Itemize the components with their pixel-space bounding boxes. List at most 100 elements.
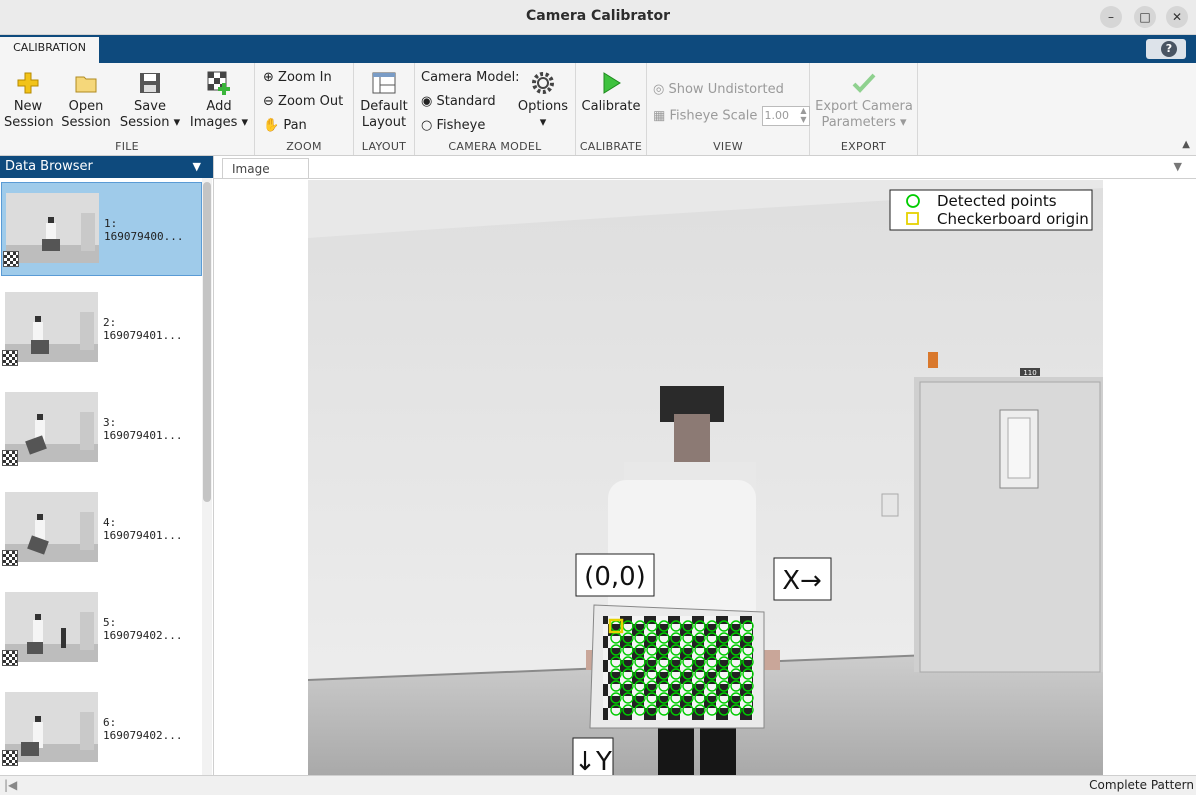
status-bar: |◀ Complete Pattern [0, 775, 1196, 795]
svg-text:X→: X→ [782, 566, 822, 596]
thumbnail-item[interactable]: 2: 169079401... [1, 282, 200, 374]
help-button[interactable]: ? [1146, 39, 1186, 59]
view-section: ◎ Show Undistorted ▦ Fisheye Scale 1.00 ▲… [647, 63, 810, 155]
thumbnail-image [5, 692, 98, 762]
thumbnail-item[interactable]: 5: 169079402... [1, 582, 200, 674]
export-camera-parameters-button[interactable]: Export Camera Parameters ▾ [814, 67, 914, 131]
close-icon[interactable]: ✕ [1166, 6, 1188, 28]
camera-model-section: Camera Model: ◉ Standard ○ Fisheye Optio… [415, 63, 576, 155]
svg-text:↓Y: ↓Y [574, 747, 612, 775]
alarm-box [928, 352, 938, 368]
x-axis-annotation: X→ [773, 557, 832, 601]
image-panel: Image ▼ 110 (0,0) X→ ↓Y Detected points … [214, 156, 1196, 775]
origin-annotation: (0,0) [575, 553, 655, 597]
thumbnail-item[interactable]: 3: 169079401... [1, 382, 200, 474]
camera-model-section-label: CAMERA MODEL [448, 140, 542, 153]
collapse-toolstrip-icon[interactable]: ▲ [1182, 139, 1190, 150]
zoom-out-button[interactable]: ⊖ Zoom Out [263, 94, 343, 109]
add-images-icon [207, 71, 230, 95]
camera-model-title: Camera Model: [421, 70, 520, 85]
zoom-out-icon: ⊖ [263, 94, 274, 109]
thumbnail-image [5, 292, 98, 362]
plus-icon [17, 72, 39, 94]
data-browser-title: Data Browser [5, 159, 93, 174]
new-session-button[interactable]: New Session [4, 67, 54, 131]
fisheye-scale-control[interactable]: ▦ Fisheye Scale 1.00 ▲ ▼ [653, 106, 810, 126]
data-browser: Data Browser ▼ 1: 169079400... 2: 16907940… [0, 156, 214, 775]
view-section-label: VIEW [713, 140, 743, 153]
thumbnail-image [6, 193, 99, 263]
thumbnail-image [5, 392, 98, 462]
radio-selected-icon: ◉ [421, 94, 433, 109]
toolstrip: New Session Open Session Save Session ▾ Add… [0, 63, 1196, 156]
radio-unselected-icon: ○ [421, 118, 433, 133]
data-browser-scrollbar[interactable] [202, 178, 212, 775]
thumbnail-item[interactable]: 4: 169079401... [1, 482, 200, 574]
export-section: Export Camera Parameters ▾ EXPORT [810, 63, 918, 155]
gear-icon [532, 72, 554, 94]
layout-section-label: LAYOUT [361, 140, 407, 153]
checkerboard-icon [3, 251, 19, 267]
minimize-icon[interactable]: – [1100, 6, 1122, 28]
zoom-section-label: ZOOM [286, 140, 322, 153]
tab-calibration[interactable]: CALIBRATION [0, 37, 99, 63]
zoom-in-icon: ⊕ [263, 70, 274, 85]
folder-icon [75, 76, 97, 93]
status-text: Complete Pattern [1089, 778, 1194, 792]
add-images-button[interactable]: Add Images ▾ [188, 67, 250, 131]
save-session-button[interactable]: Save Session ▾ [118, 67, 182, 131]
door-sign: 110 [1023, 369, 1036, 377]
checkerboard-icon [2, 350, 18, 366]
panel-menu-icon[interactable]: ▼ [1174, 160, 1182, 173]
spinner-icon: ▲ ▼ [800, 106, 807, 124]
hand-icon: ✋ [263, 118, 280, 133]
zoom-section: ⊕ Zoom In ⊖ Zoom Out ✋ Pan ZOOM [255, 63, 354, 155]
standard-radio[interactable]: ◉ Standard [421, 94, 496, 109]
export-section-label: EXPORT [840, 140, 887, 153]
save-icon [140, 73, 160, 93]
calibrate-section: Calibrate CALIBRATE [576, 63, 647, 155]
checkerboard-icon [2, 450, 18, 466]
data-browser-header: Data Browser ▼ [0, 156, 213, 178]
title-bar: Camera Calibrator – □ ✕ [0, 0, 1196, 35]
calibrate-button[interactable]: Calibrate [580, 67, 642, 115]
layout-section: Default Layout LAYOUT [354, 63, 415, 155]
chevron-down-icon: ▾ [539, 115, 547, 130]
play-icon [603, 72, 621, 94]
scene-svg: 110 (0,0) X→ ↓Y Detected points Checkerb… [308, 180, 1103, 775]
legend-detected-label: Detected points [937, 192, 1057, 210]
checkerboard-icon: ▦ [653, 108, 666, 124]
resize-handle-icon[interactable]: |◀ [4, 776, 17, 795]
file-section-label: FILE [115, 140, 139, 153]
tab-image[interactable]: Image [222, 158, 309, 179]
calibration-image[interactable]: 110 (0,0) X→ ↓Y Detected points Checkerb… [308, 180, 1103, 775]
pan-button[interactable]: ✋ Pan [263, 118, 307, 133]
legend-origin-label: Checkerboard origin [937, 210, 1089, 228]
panel-menu-icon[interactable]: ▼ [193, 156, 201, 178]
default-layout-button[interactable]: Default Layout [358, 67, 410, 131]
checkmark-icon [852, 73, 876, 93]
maximize-icon[interactable]: □ [1134, 6, 1156, 28]
thumbnail-item[interactable]: 6: 169079402... [1, 682, 200, 774]
thumbnail-item[interactable]: 1: 169079400... [1, 182, 202, 276]
scrollbar-thumb[interactable] [203, 182, 211, 502]
options-button[interactable]: Options ▾ [517, 67, 569, 131]
y-axis-annotation: ↓Y [572, 737, 614, 775]
calibrate-section-label: CALIBRATE [579, 140, 643, 153]
thumbnail-image [5, 592, 98, 662]
svg-text:(0,0): (0,0) [584, 562, 646, 592]
window-title: Camera Calibrator [526, 8, 670, 24]
fisheye-radio[interactable]: ○ Fisheye [421, 118, 485, 133]
legend: Detected points Checkerboard origin [889, 189, 1093, 231]
open-session-button[interactable]: Open Session [60, 67, 112, 131]
thumbnail-image [5, 492, 98, 562]
fisheye-scale-input[interactable]: 1.00 ▲ ▼ [761, 106, 810, 126]
layout-icon [372, 72, 396, 94]
checkerboard-icon [2, 750, 18, 766]
checkerboard-icon [2, 550, 18, 566]
checkerboard-icon [2, 650, 18, 666]
tab-strip: CALIBRATION ? [0, 35, 1196, 63]
zoom-in-button[interactable]: ⊕ Zoom In [263, 70, 332, 85]
file-section: New Session Open Session Save Session ▾ Add… [0, 63, 255, 155]
show-undistorted-button[interactable]: ◎ Show Undistorted [653, 82, 784, 97]
